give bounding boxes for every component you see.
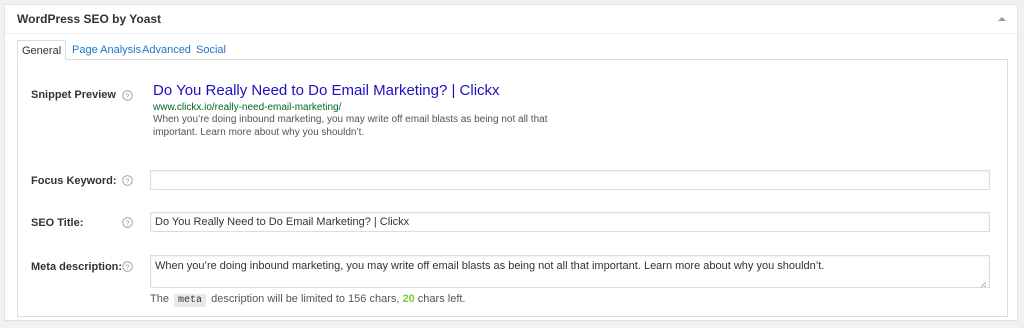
snippet-description: When you’re doing inbound marketing, you… [153,114,548,138]
meta-description-text: When you’re doing inbound marketing, you… [155,260,825,272]
question-circle-icon[interactable]: ? [122,173,133,186]
svg-text:?: ? [125,262,129,271]
seo-title-label: SEO Title: [31,217,84,229]
question-circle-icon[interactable]: ? [122,88,133,101]
svg-text:?: ? [125,91,129,100]
snippet-preview-label: Snippet Preview [31,89,116,101]
svg-text:?: ? [125,218,129,227]
snippet-title: Do You Really Need to Do Email Marketing… [153,82,500,99]
general-tab-panel: Snippet Preview ? Do You Really Need to … [17,59,1008,317]
chars-left-count: 20 [402,293,415,305]
question-circle-icon[interactable]: ? [122,259,133,272]
meta-description-counter: The meta description will be limited to … [150,293,466,307]
tab-social[interactable]: Social [196,40,226,60]
seo-title-input[interactable]: Do You Really Need to Do Email Marketing… [150,212,990,232]
tab-general[interactable]: General [17,40,67,60]
resize-handle-icon[interactable] [980,278,987,288]
metabox-header[interactable]: WordPress SEO by Yoast [5,5,1017,34]
seo-metabox: WordPress SEO by Yoast General Page Anal… [4,4,1018,321]
counter-prefix: The [150,293,169,305]
focus-keyword-label: Focus Keyword: [31,175,117,187]
tab-advanced[interactable]: Advanced [142,40,191,60]
counter-code: meta [174,294,207,307]
svg-text:?: ? [125,176,129,185]
metabox-title: WordPress SEO by Yoast [17,12,162,26]
focus-keyword-input[interactable] [150,170,990,190]
counter-middle: description will be limited to 156 chars… [211,293,400,305]
snippet-url: www.clickx.io/really-need-email-marketin… [153,102,342,113]
meta-description-label: Meta description: [31,261,123,273]
triangle-up-icon[interactable] [995,12,1009,26]
meta-description-textarea[interactable]: When you’re doing inbound marketing, you… [150,255,990,288]
counter-suffix: chars left. [417,293,466,305]
tab-page-analysis[interactable]: Page Analysis [72,40,141,60]
question-circle-icon[interactable]: ? [122,215,133,228]
